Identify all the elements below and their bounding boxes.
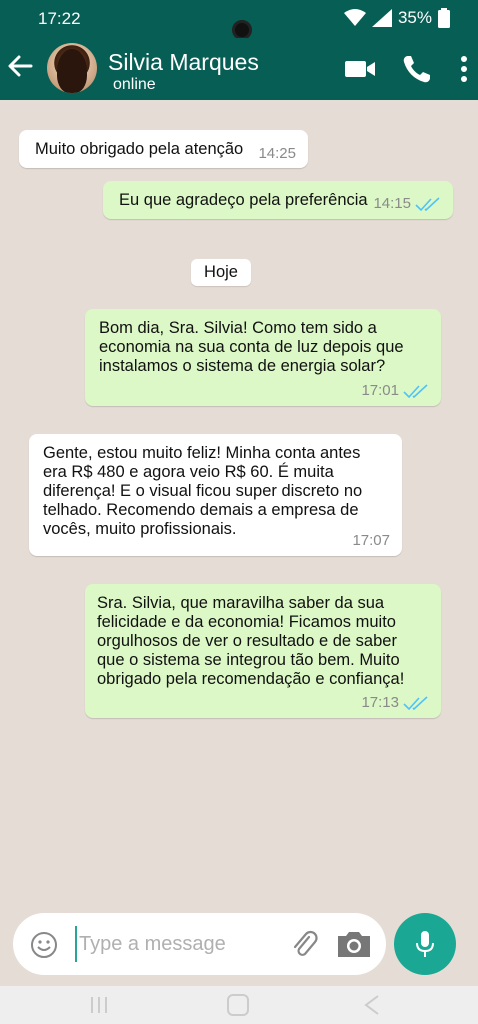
status-icons: 35%	[343, 8, 450, 28]
recent-apps-icon[interactable]	[88, 994, 110, 1016]
battery-icon	[438, 8, 450, 28]
message-text: Sra. Silvia, que maravilha saber da sua …	[97, 594, 405, 688]
message-composer	[13, 913, 386, 975]
message-time: 17:13	[361, 694, 399, 711]
video-call-icon[interactable]	[343, 52, 377, 86]
microphone-icon	[416, 931, 434, 957]
contact-name[interactable]: Silvia Marques	[108, 49, 259, 76]
voice-record-button[interactable]	[394, 913, 456, 975]
message-text: Muito obrigado pela atenção	[35, 140, 244, 158]
back-nav-icon[interactable]	[362, 994, 382, 1016]
home-icon[interactable]	[226, 994, 250, 1016]
back-arrow-icon[interactable]	[6, 52, 34, 80]
message-bubble-outgoing[interactable]: Eu que agradeço pela preferência 14:15	[103, 181, 453, 219]
status-bar: 17:22 35%	[0, 0, 478, 40]
text-caret	[75, 926, 77, 962]
more-options-icon[interactable]	[447, 52, 478, 86]
read-receipt-icon	[403, 383, 428, 398]
message-time: 14:15	[373, 195, 411, 212]
message-text: Bom dia, Sra. Silvia! Como tem sido a ec…	[99, 319, 404, 375]
front-camera	[232, 20, 252, 40]
attach-icon[interactable]	[289, 929, 319, 959]
system-nav-bar	[0, 986, 478, 1024]
message-bubble-outgoing[interactable]: Sra. Silvia, que maravilha saber da sua …	[85, 584, 441, 718]
message-bubble-incoming[interactable]: Gente, estou muito feliz! Minha conta an…	[29, 434, 402, 556]
wifi-icon	[343, 9, 366, 26]
message-bubble-incoming[interactable]: Muito obrigado pela atenção 14:25	[19, 130, 308, 168]
message-bubble-outgoing[interactable]: Bom dia, Sra. Silvia! Como tem sido a ec…	[85, 309, 441, 406]
message-time: 17:01	[361, 382, 399, 399]
voice-call-icon[interactable]	[400, 52, 434, 86]
signal-icon	[371, 9, 392, 27]
message-input[interactable]	[79, 926, 279, 962]
message-text: Eu que agradeço pela preferência	[119, 191, 368, 209]
message-time: 17:07	[352, 532, 390, 549]
contact-status: online	[113, 76, 156, 93]
avatar[interactable]	[47, 43, 97, 93]
read-receipt-icon	[415, 196, 440, 211]
read-receipt-icon	[403, 695, 428, 710]
battery-percent: 35%	[397, 8, 432, 27]
emoji-icon[interactable]	[29, 930, 59, 960]
message-time: 14:25	[258, 145, 296, 162]
day-divider: Hoje	[191, 259, 251, 286]
message-text: Gente, estou muito feliz! Minha conta an…	[43, 444, 363, 538]
chat-header: Silvia Marques online	[0, 38, 478, 100]
camera-icon[interactable]	[335, 927, 373, 961]
status-time: 17:22	[38, 9, 81, 28]
